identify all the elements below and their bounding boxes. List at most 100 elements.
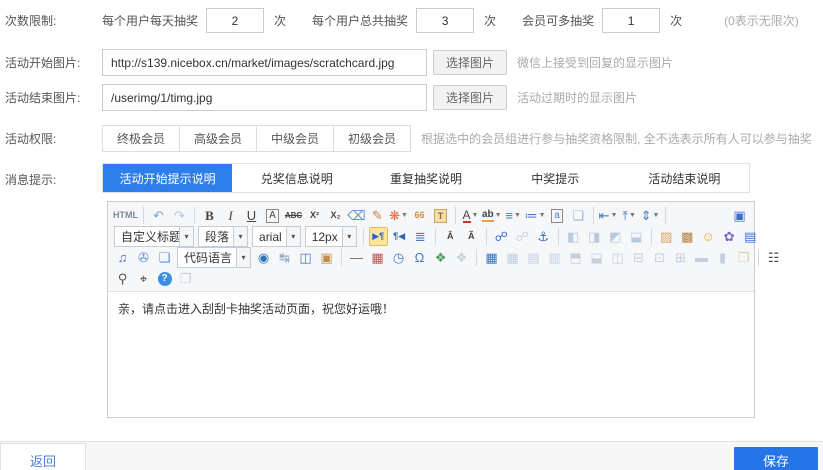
- underline-icon[interactable]: U: [242, 206, 261, 225]
- chevron-down-icon[interactable]: ▾: [179, 227, 193, 246]
- paste-icon: ❐: [176, 269, 195, 288]
- chevron-down-icon[interactable]: ▼: [653, 212, 660, 219]
- calendar-icon[interactable]: ▦: [368, 248, 387, 267]
- horizontal-rule-icon[interactable]: —: [347, 248, 366, 267]
- chevron-down-icon[interactable]: ▼: [472, 212, 479, 219]
- tab-activity-start-tip[interactable]: 活动开始提示说明: [103, 164, 232, 192]
- insert-doc-icon[interactable]: ❏: [155, 248, 174, 267]
- start-image-input[interactable]: [102, 49, 427, 76]
- word-spacing-icon[interactable]: Ã: [462, 227, 481, 246]
- strikethrough-icon[interactable]: ABC: [284, 206, 303, 225]
- end-image-input[interactable]: [102, 84, 427, 111]
- media-icon[interactable]: ✿: [720, 227, 739, 246]
- font-family-select[interactable]: arial▾: [252, 226, 301, 247]
- end-image-pick-button[interactable]: 选择图片: [433, 85, 507, 110]
- font-size-select[interactable]: 12px▾: [305, 226, 357, 247]
- total-draw-limit-input[interactable]: [416, 8, 474, 33]
- chevron-down-icon[interactable]: ▾: [342, 227, 356, 246]
- paste-text-icon[interactable]: T: [431, 206, 450, 225]
- new-page-icon[interactable]: ❏: [569, 206, 588, 225]
- chevron-down-icon[interactable]: ▼: [514, 212, 521, 219]
- clock-icon[interactable]: ◷: [389, 248, 408, 267]
- align-icon[interactable]: ⤒▼: [620, 206, 639, 225]
- source-code-icon[interactable]: HTML: [113, 206, 138, 225]
- ltr-icon[interactable]: ▶¶: [369, 227, 388, 246]
- permission-row: 活动权限: 终极会员高级会员中级会员初级会员 根据选中的会员组进行参与抽奖资格限…: [0, 125, 823, 152]
- member-junior-button[interactable]: 初级会员: [334, 125, 411, 152]
- music-icon[interactable]: ♫: [113, 248, 132, 267]
- insert-row-above-icon: ⬒: [566, 248, 585, 267]
- special-char-icon[interactable]: Ω: [410, 248, 429, 267]
- tab-win-tip[interactable]: 中奖提示: [491, 164, 620, 192]
- editor-content[interactable]: 亲，请点击进入刮刮卡抽奖活动页面，祝您好运哦！: [108, 292, 754, 417]
- ordered-list-icon[interactable]: ≡▼: [504, 206, 523, 225]
- code-language-select[interactable]: 代码语言▾: [177, 247, 251, 268]
- chevron-down-icon[interactable]: ▾: [236, 248, 250, 267]
- permission-hint: 根据选中的会员组进行参与抽奖资格限制, 全不选表示所有人可以参与抽奖: [421, 130, 812, 147]
- chevron-down-icon[interactable]: ▼: [611, 212, 618, 219]
- format-brush-icon[interactable]: ✎: [368, 206, 387, 225]
- redo-icon[interactable]: ↷: [170, 206, 189, 225]
- insert-table-icon[interactable]: ▦: [482, 248, 501, 267]
- member-extra-draw-input[interactable]: [602, 8, 660, 33]
- undo-icon[interactable]: ↶: [149, 206, 168, 225]
- columns-icon[interactable]: ◫: [296, 248, 315, 267]
- emoticon-icon[interactable]: ☺: [699, 227, 718, 246]
- chevron-down-icon[interactable]: ▾: [233, 227, 247, 246]
- italic-icon[interactable]: I: [221, 206, 240, 225]
- find-replace-icon[interactable]: ⌖: [134, 269, 153, 288]
- member-ultimate-button[interactable]: 终极会员: [102, 125, 180, 152]
- blockquote-icon[interactable]: 66: [410, 206, 429, 225]
- daily-draw-limit-input[interactable]: [206, 8, 264, 33]
- member-middle-button[interactable]: 中级会员: [257, 125, 334, 152]
- tab-redeem-info[interactable]: 兑奖信息说明: [232, 164, 361, 192]
- split-rows-icon: ▬: [692, 248, 711, 267]
- table-props-icon: ▤: [524, 248, 543, 267]
- paragraph-select[interactable]: 段落▾: [198, 226, 248, 247]
- code-snippet-icon[interactable]: ◉: [254, 248, 273, 267]
- paragraph-indent-icon[interactable]: ≣: [411, 227, 430, 246]
- indent-icon[interactable]: ⇤▼: [599, 206, 618, 225]
- chevron-down-icon[interactable]: ▼: [495, 212, 502, 219]
- page-break-icon[interactable]: ↹: [275, 248, 294, 267]
- superscript-icon[interactable]: X²: [305, 206, 324, 225]
- image-align-right-icon: ◩: [606, 227, 625, 246]
- font-color-icon[interactable]: A▼: [461, 206, 480, 225]
- upload-image-icon[interactable]: ▩: [678, 227, 697, 246]
- chevron-down-icon[interactable]: ▼: [629, 212, 636, 219]
- movie-icon[interactable]: ▤: [741, 227, 760, 246]
- chevron-down-icon[interactable]: ▾: [286, 227, 300, 246]
- preview-icon[interactable]: ⚲: [113, 269, 132, 288]
- help-icon[interactable]: ?: [155, 269, 174, 288]
- back-button[interactable]: 返回: [0, 443, 86, 470]
- map-icon[interactable]: ❖: [431, 248, 450, 267]
- fullscreen-icon[interactable]: ▣: [730, 206, 749, 225]
- anchor-tag-icon[interactable]: a: [548, 206, 567, 225]
- code-language-select-value: 代码语言: [178, 249, 236, 266]
- tab-repeat-draw[interactable]: 重复抽奖说明: [361, 164, 490, 192]
- tab-activity-end[interactable]: 活动结束说明: [620, 164, 749, 192]
- member-senior-button[interactable]: 高级会员: [180, 125, 257, 152]
- link-icon[interactable]: ☍: [492, 227, 511, 246]
- line-height-icon[interactable]: ⇕▼: [641, 206, 660, 225]
- remove-format-icon[interactable]: ⌫: [347, 206, 366, 225]
- highlight-color-icon[interactable]: ab▼: [482, 206, 502, 225]
- member-extra-draw-suffix: 次: [670, 12, 682, 29]
- save-button[interactable]: 保存: [734, 447, 818, 470]
- print-icon[interactable]: ☷: [764, 248, 783, 267]
- anchor-icon[interactable]: ⚓: [534, 227, 553, 246]
- letter-spacing-icon[interactable]: Â: [441, 227, 460, 246]
- bold-icon[interactable]: B: [200, 206, 219, 225]
- unordered-list-icon[interactable]: ≔▼: [525, 206, 546, 225]
- heading-select[interactable]: 自定义标题▾: [114, 226, 194, 247]
- rtl-icon[interactable]: ¶◀: [390, 227, 409, 246]
- font-style-icon[interactable]: A: [263, 206, 282, 225]
- subscript-icon[interactable]: X₂: [326, 206, 345, 225]
- attachment-icon[interactable]: ✇: [134, 248, 153, 267]
- chevron-down-icon[interactable]: ▼: [539, 212, 546, 219]
- screenshot-icon[interactable]: ▣: [317, 248, 336, 267]
- start-image-pick-button[interactable]: 选择图片: [433, 50, 507, 75]
- insert-image-icon[interactable]: ▨: [657, 227, 676, 246]
- auto-typeset-icon[interactable]: ❋▼: [389, 206, 408, 225]
- chevron-down-icon[interactable]: ▼: [401, 212, 408, 219]
